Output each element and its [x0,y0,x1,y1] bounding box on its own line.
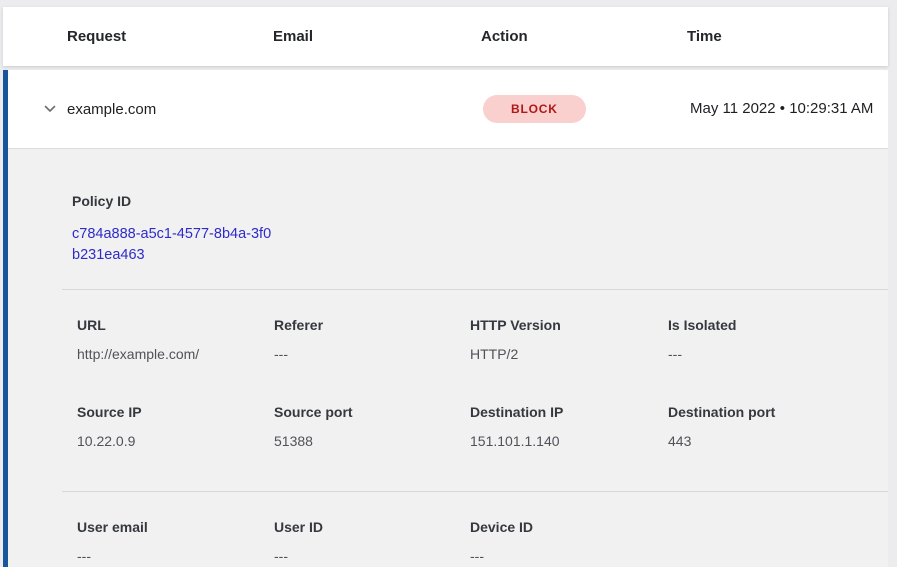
field-user-email-value: --- [77,548,274,564]
field-destination-port-label: Destination port [668,404,888,420]
column-header-time: Time [687,28,888,45]
field-source-ip-label: Source IP [77,404,274,420]
time-cell: May 11 2022 • 10:29:31 AM [687,97,887,121]
field-destination-ip-label: Destination IP [470,404,668,420]
request-details-grid: URL http://example.com/ Referer --- HTTP… [8,290,888,491]
user-details-grid: User email --- User ID --- Device ID --- [8,492,888,564]
request-cell: example.com [67,101,273,118]
field-destination-port-value: 443 [668,433,888,449]
field-source-port-value: 51388 [274,433,470,449]
field-destination-ip: Destination IP 151.101.1.140 [470,404,668,449]
field-source-ip: Source IP 10.22.0.9 [77,404,274,449]
policy-id-link[interactable]: c784a888-a5c1-4577-8b4a-3f0b231ea463 [72,224,272,266]
field-url-label: URL [77,317,274,333]
log-table: Request Email Action Time example.com BL… [3,7,888,567]
field-http-version-label: HTTP Version [470,317,668,333]
field-source-port: Source port 51388 [274,404,470,449]
field-device-id: Device ID --- [470,519,668,564]
log-row-example-com[interactable]: example.com BLOCK May 11 2022 • 10:29:31… [8,70,888,149]
field-referer-value: --- [274,346,470,362]
field-user-id: User ID --- [274,519,470,564]
column-header-request: Request [67,28,273,45]
field-url: URL http://example.com/ [77,317,274,362]
field-url-value: http://example.com/ [77,346,274,362]
field-is-isolated: Is Isolated --- [668,317,888,362]
policy-id-label: Policy ID [72,193,888,209]
field-http-version-value: HTTP/2 [470,346,668,362]
field-source-port-label: Source port [274,404,470,420]
column-header-action: Action [481,28,687,45]
expanded-row-group: example.com BLOCK May 11 2022 • 10:29:31… [3,70,888,567]
field-destination-ip-value: 151.101.1.140 [470,433,668,449]
field-device-id-value: --- [470,548,668,564]
row-detail-panel: Policy ID c784a888-a5c1-4577-8b4a-3f0b23… [8,149,888,567]
field-user-id-label: User ID [274,519,470,535]
field-is-isolated-label: Is Isolated [668,317,888,333]
field-is-isolated-value: --- [668,346,888,362]
field-device-id-label: Device ID [470,519,668,535]
column-header-email: Email [273,28,481,45]
field-user-id-value: --- [274,548,470,564]
table-header-row: Request Email Action Time [3,7,888,66]
status-badge-block: BLOCK [483,95,586,123]
field-empty [668,519,888,564]
action-cell: BLOCK [481,95,687,123]
field-referer-label: Referer [274,317,470,333]
field-referer: Referer --- [274,317,470,362]
field-user-email-label: User email [77,519,274,535]
field-source-ip-value: 10.22.0.9 [77,433,274,449]
policy-id-block: Policy ID c784a888-a5c1-4577-8b4a-3f0b23… [8,149,888,266]
chevron-down-icon[interactable] [42,101,58,117]
field-user-email: User email --- [77,519,274,564]
field-http-version: HTTP Version HTTP/2 [470,317,668,362]
field-destination-port: Destination port 443 [668,404,888,449]
